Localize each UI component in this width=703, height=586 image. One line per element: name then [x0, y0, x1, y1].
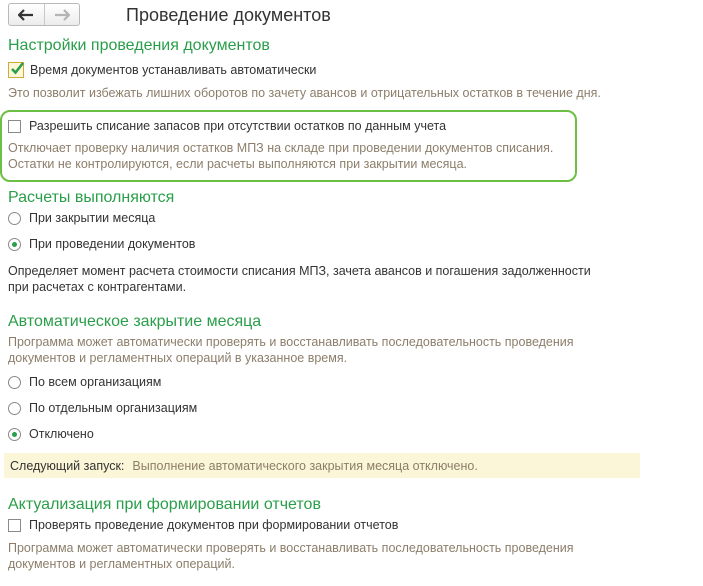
page-title: Проведение документов	[126, 5, 331, 25]
auto-close-option-all[interactable]: По всем организациям	[8, 374, 161, 390]
arrow-right-icon	[54, 8, 70, 21]
next-run-panel: Следующий запуск: Выполнение автоматичес…	[4, 453, 640, 478]
reports-hint-1: Программа может автоматически проверять …	[8, 541, 574, 555]
auto-close-hint-2: документов и регламентных операций в ука…	[8, 351, 348, 365]
calc-option-posting[interactable]: При проведении документов	[8, 236, 195, 252]
calc-description-1: Определяет момент расчета стоимости спис…	[8, 264, 591, 278]
auto-close-disabled-label: Отключено	[29, 427, 94, 441]
calc-posting-radio[interactable]	[8, 237, 21, 251]
calc-description-2: при расчетах с контрагентами.	[8, 280, 187, 294]
auto-time-label: Время документов устанавливать автоматич…	[30, 63, 317, 77]
calc-posting-label: При проведении документов	[29, 237, 196, 251]
forward-button[interactable]	[43, 4, 80, 25]
auto-close-option-disabled[interactable]: Отключено	[8, 426, 94, 442]
auto-close-selected-radio[interactable]	[8, 401, 21, 415]
checkmark-icon	[11, 62, 25, 75]
navigation-buttons	[8, 3, 80, 26]
calc-option-month-close[interactable]: При закрытии месяца	[8, 210, 155, 226]
auto-time-checkbox[interactable]	[8, 62, 25, 78]
allow-writeoff-hint-1: Отключает проверку наличия остатков МПЗ …	[8, 141, 554, 155]
reports-check-checkbox[interactable]	[8, 518, 21, 532]
allow-writeoff-hint-2: Остатки не контролируются, если расчеты …	[8, 157, 468, 171]
calc-month-close-radio[interactable]	[8, 211, 21, 225]
reports-hint-2: документов и регламентных операций.	[8, 557, 235, 571]
section-title-auto-close: Автоматическое закрытие месяца	[8, 313, 262, 330]
reports-check-label: Проверять проведение документов при форм…	[29, 518, 399, 532]
auto-close-option-selected[interactable]: По отдельным организациям	[8, 400, 197, 416]
section-title-settings: Настройки проведения документов	[8, 37, 270, 54]
calc-month-close-label: При закрытии месяца	[29, 211, 156, 225]
reports-check-option[interactable]: Проверять проведение документов при форм…	[8, 517, 398, 533]
auto-close-selected-label: По отдельным организациям	[29, 401, 198, 415]
auto-close-all-radio[interactable]	[8, 375, 21, 389]
arrow-left-icon	[18, 8, 34, 21]
next-run-value: Выполнение автоматического закрытия меся…	[132, 458, 478, 473]
allow-writeoff-label: Разрешить списание запасов при отсутстви…	[29, 119, 447, 133]
allow-writeoff-option[interactable]: Разрешить списание запасов при отсутстви…	[8, 118, 446, 134]
allow-writeoff-checkbox[interactable]	[8, 119, 21, 133]
section-title-calculations: Расчеты выполняются	[8, 189, 175, 206]
back-button[interactable]	[9, 4, 44, 25]
auto-time-option[interactable]: Время документов устанавливать автоматич…	[8, 62, 316, 78]
auto-close-disabled-radio[interactable]	[8, 427, 21, 441]
auto-time-hint: Это позволит избежать лишних оборотов по…	[8, 86, 601, 100]
auto-close-all-label: По всем организациям	[29, 375, 162, 389]
section-title-reports: Актуализация при формировании отчетов	[8, 496, 321, 513]
next-run-label: Следующий запуск:	[10, 458, 125, 473]
auto-close-hint-1: Программа может автоматически проверять …	[8, 335, 574, 349]
